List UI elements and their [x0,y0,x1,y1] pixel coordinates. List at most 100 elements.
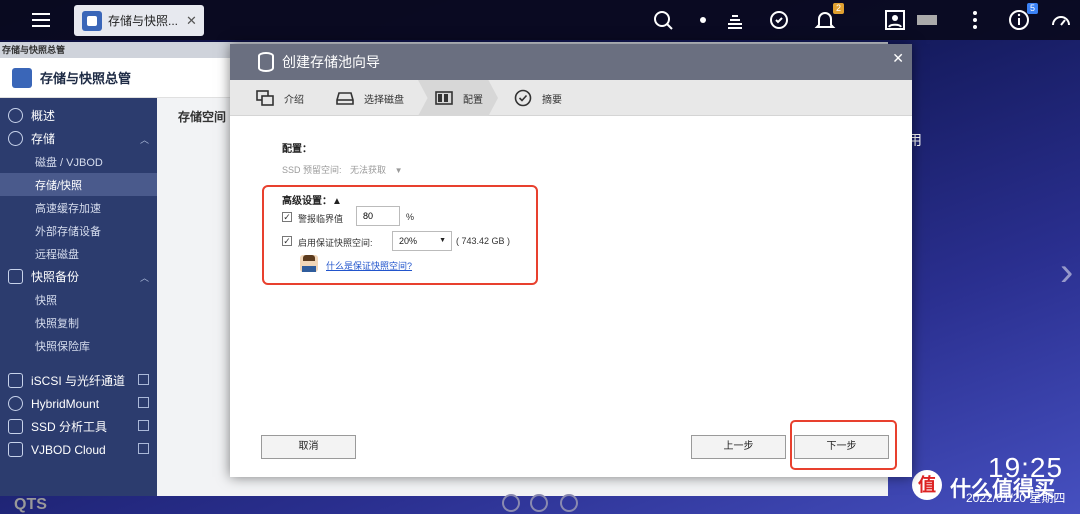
help-link[interactable]: 什么是保证快照空间? [326,259,412,272]
sidebar-item-storage-snapshots[interactable]: 存储/快照 [0,173,157,196]
config-section-label: 配置： [282,144,312,155]
database-icon [8,131,23,146]
dock-icon[interactable] [530,494,548,512]
step-configure: 配置 [435,80,483,116]
highlight-box-next [790,420,897,470]
notification-badge: 2 [832,3,844,14]
sidebar-item-cache[interactable]: 高速缓存加速 [0,196,157,219]
sidebar-item-label: VJBOD Cloud [31,442,106,457]
dialog-content: 配置： SSD 预留空间: 无法获取 ▼ 高级设置：▲ ✓ 警报临界值 % ✓ … [230,116,912,477]
select-value: 20% [399,236,418,246]
step-summary: 摘要 [514,80,562,116]
sidebar-item-disks[interactable]: 磁盘 / VJBOD [0,150,157,173]
back-button[interactable]: 上一步 [691,435,786,459]
ssd-icon [8,419,23,434]
ssd-reserve-value: 无法获取 [350,165,387,175]
disk-icon [336,90,354,106]
alert-threshold-label: 警报临界值 [298,214,344,224]
sidebar-item-vjbod-cloud[interactable]: VJBOD Cloud [0,438,157,461]
dialog-titlebar: 创建存储池向导 ✕ [230,44,912,80]
helper-avatar-icon [300,255,318,272]
iscsi-icon [8,373,23,388]
sidebar-item-label: 存储 [31,132,56,146]
user-avatar[interactable] [912,5,942,35]
sidebar-item-overview[interactable]: 概述 [0,104,157,127]
external-link-icon[interactable] [138,374,149,385]
sidebar-item-label: 快照备份 [31,270,80,284]
taskbar: 存储与快照... ✕ 2 5 [0,0,1080,40]
advanced-settings-toggle[interactable]: 高级设置：▲ [282,192,342,207]
chevron-down-icon: ▼ [439,237,446,244]
check-circle-icon [514,89,532,107]
watermark-logo: 值 [912,470,942,500]
guaranteed-snapshot-size: ( 743.42 GB ) [456,236,511,246]
step-select-disks: 选择磁盘 [336,80,404,116]
main-menu-icon[interactable] [26,5,56,35]
close-icon[interactable]: ✕ [186,13,197,29]
sidebar-item-snapshot-backup[interactable]: 快照备份 ︿ [0,265,157,288]
guaranteed-snapshot-select[interactable]: 20% ▼ [392,231,452,251]
configure-icon [435,90,453,106]
alert-threshold-checkbox[interactable]: ✓ [282,212,292,222]
step-intro: 介绍 [256,80,304,116]
dialog-title: 创建存储池向导 [282,54,380,70]
sidebar-item-label: 概述 [31,109,56,123]
external-link-icon[interactable] [138,443,149,454]
sidebar-item-ssd-tool[interactable]: SSD 分析工具 [0,415,157,438]
chevron-down-icon[interactable]: ▼ [395,166,403,175]
guaranteed-snapshot-label: 启用保证快照空间: [298,238,373,248]
storage-app-icon [82,10,102,31]
user-icon[interactable] [880,5,910,35]
chevron-up-icon[interactable]: ︿ [140,271,149,284]
sidebar-item-storage[interactable]: 存储 ︿ [0,127,157,150]
percent-unit: % [406,212,415,222]
external-link-icon[interactable] [138,420,149,431]
sidebar-item-iscsi[interactable]: iSCSI 与光纤通道 [0,369,157,392]
guaranteed-snapshot-checkbox[interactable]: ✓ [282,236,292,246]
wizard-steps: 介绍 选择磁盘 配置 摘要 [230,80,912,116]
info-badge: 5 [1026,3,1038,14]
cloud-icon [8,396,23,411]
chevron-up-icon[interactable]: ︿ [140,133,149,146]
create-pool-wizard-dialog: 创建存储池向导 ✕ 介绍 选择磁盘 配置 摘要 配置： SSD 预留空间: 无法… [230,44,912,477]
dock-icon[interactable] [502,494,520,512]
camera-icon [8,269,23,284]
os-logo: QTS [14,496,47,513]
close-icon[interactable]: ✕ [892,50,904,67]
sidebar-item-snapshot-replica[interactable]: 快照复制 [0,311,157,334]
main-section-label: 存储空间 [178,110,227,124]
background-tasks-icon[interactable] [720,5,750,35]
app-title: 存储与快照总管 [40,71,132,86]
sidebar: 概述 存储 ︿ 磁盘 / VJBOD 存储/快照 高速缓存加速 外部存储设备 远… [0,98,157,496]
sidebar-item-snapshot-vault[interactable]: 快照保险库 [0,334,157,357]
app-tab-label: 存储与快照... [108,14,179,28]
watermark-text: 什么值得买 [950,478,1055,501]
ssd-reserve-row[interactable]: SSD 预留空间: 无法获取 ▼ [282,163,402,176]
sidebar-item-label: SSD 分析工具 [31,420,108,434]
sidebar-item-label: HybridMount [31,396,100,411]
sidebar-item-hybridmount[interactable]: HybridMount [0,392,157,415]
step-label: 配置 [463,94,483,106]
dock-icon[interactable] [560,494,578,512]
app-tab-storage[interactable]: 存储与快照... ✕ [74,5,204,36]
sidebar-item-external[interactable]: 外部存储设备 [0,219,157,242]
intro-icon [256,90,274,106]
dashboard-icon[interactable] [1046,5,1076,35]
sidebar-item-label: iSCSI 与光纤通道 [31,374,126,388]
alert-threshold-input[interactable] [356,206,400,226]
cancel-button[interactable]: 取消 [261,435,356,459]
sidebar-item-remote-disk[interactable]: 远程磁盘 [0,242,157,265]
sidebar-item-snapshot[interactable]: 快照 [0,288,157,311]
sync-icon[interactable] [764,5,794,35]
volume-icon[interactable] [688,5,718,35]
storage-app-icon [12,67,32,88]
step-label: 摘要 [542,94,562,106]
more-options-icon[interactable] [960,5,990,35]
search-icon[interactable] [648,5,678,35]
external-link-icon[interactable] [138,397,149,408]
ssd-reserve-label: SSD 预留空间: [282,165,342,175]
chevron-right-icon[interactable]: › [1060,250,1073,295]
info-icon[interactable]: 5 [1004,3,1038,35]
step-label: 选择磁盘 [364,94,404,106]
notifications-icon[interactable]: 2 [810,3,844,35]
